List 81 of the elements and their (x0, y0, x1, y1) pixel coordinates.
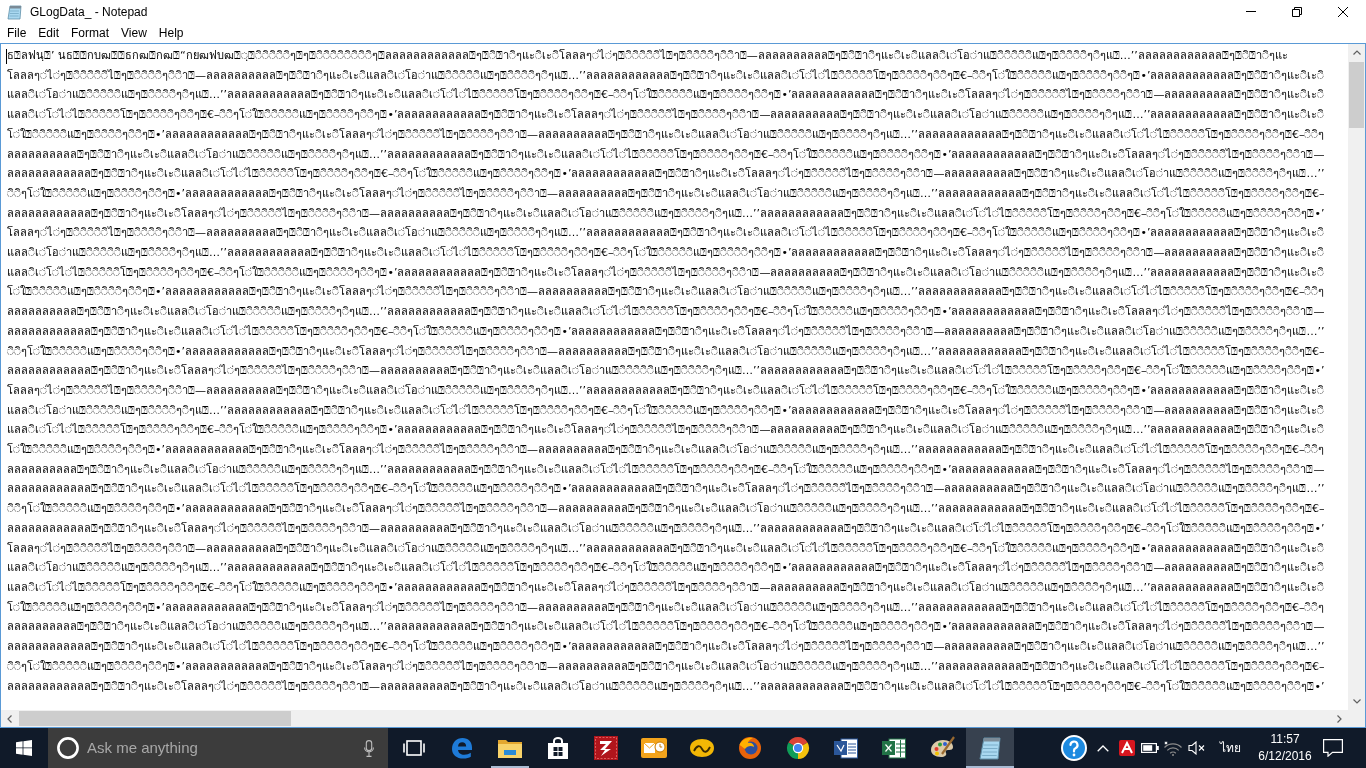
text-line: โ◌่ใ⍰◌ิ◌ิ◌ิ◌ิ◌ิแ⍰ๆ⍰◌ิ◌ิ◌ิ◌ิๆ◌ิ◌ิๆ⍰•’ลลลลลลลลลลลล⍰ๆ⍰◌ิ⍰า◌ิๆแะ◌ิเะ◌ิโลลลๆ◌่ไ◌่ๆ⍰◌ิ◌ิ◌ิ◌ิ◌ิไ⍰ๆ⍰◌ิ◌ิ◌ิ◌ิๆ◌ิ◌ิา⍰—ลลลลลลลลลล⍰ๆ⍰◌ิ⍰า◌ิๆแะ◌ิเะ◌ิแลล◌ิเ◌่โอ◌่าแ⍰◌ิ◌ิ◌ิ◌ิ◌ิแ⍰ๆ⍰◌ิ◌ิ◌ิ◌ิๆ◌ิๆแ⍰…’’ลลลลลลลลลลลล⍰ๆ⍰◌ิ⍰า◌ิๆแะ◌ิเะ◌ิแลล◌ิเ◌่โ◌่ไ◌่ไ⍰◌ิ◌ิ◌ิ◌ิ◌ิโ⍰ๆ⍰◌ิ◌ิ◌ิ◌ิๆ◌ิ◌ิๆ⍰€–◌ิ◌ิๆ (7, 442, 1325, 459)
text-line: ลลลลลลลลลลลล⍰ๆ⍰◌ิ⍰า◌ิๆแะ◌ิเะ◌ิโลลลๆ◌่ไ◌่ๆ⍰◌ิ◌ิ◌ิ◌ิ◌ิไ⍰ๆ⍰◌ิ◌ิ◌ิ◌ิๆ◌ิ◌ิา⍰—ลลลลลลลลลล⍰ๆ⍰◌ิ⍰า◌ิๆแะ◌ิเะ◌ิแลล◌ิเ◌่โอ◌่าแ⍰◌ิ◌ิ◌ิ◌ิ◌ิแ⍰ๆ⍰◌ิ◌ิ◌ิ◌ิๆ◌ิๆแ⍰…’’ลลลลลลลลลลลล⍰ๆ⍰◌ิ⍰า◌ิๆแะ◌ิเะ◌ิแลล◌ิเ◌่โ◌่ไ◌่ไ⍰◌ิ◌ิ◌ิ◌ิ◌ิโ⍰ๆ⍰◌ิ◌ิ◌ิ◌ิๆ◌ิ◌ิๆ⍰€–◌ิ◌ิๆโ◌่ใ⍰◌ิ◌ิ◌ิ◌ิ◌ิแ⍰ๆ⍰◌ิ◌ิ◌ิ◌ิๆ◌ิ◌ิๆ⍰•’ (7, 520, 1325, 537)
scrollbar-thumb[interactable] (19, 711, 291, 726)
clock-time[interactable]: 11:57 (1270, 731, 1300, 748)
chevron-up-icon (1352, 50, 1361, 55)
a-shape-tile-icon[interactable] (1119, 740, 1135, 756)
help-icon[interactable] (1061, 735, 1087, 761)
text-line: แลล◌ิเ◌่โ◌่ไ◌่ไ⍰◌ิ◌ิ◌ิ◌ิ◌ิโ⍰ๆ⍰◌ิ◌ิ◌ิ◌ิๆ◌ิ◌ิๆ⍰€–◌ิ◌ิๆโ◌่ใ⍰◌ิ◌ิ◌ิ◌ิ◌ิแ⍰ๆ⍰◌ิ◌ิ◌ิ◌ิๆ◌ิ◌ิๆ⍰•’ลลลลลลลลลลลล⍰ๆ⍰◌ิ⍰า◌ิๆแะ◌ิเะ◌ิโลลลๆ◌่ไ◌่ๆ⍰◌ิ◌ิ◌ิ◌ิ◌ิไ⍰ๆ⍰◌ิ◌ิ◌ิ◌ิๆ◌ิ◌ิา⍰—ลลลลลลลลลล⍰ๆ⍰◌ิ⍰า◌ิๆแะ◌ิเะ◌ิแลล◌ิเ◌่โอ◌่าแ⍰◌ิ◌ิ◌ิ◌ิ◌ิแ⍰ๆ⍰◌ิ◌ิ◌ิ◌ิๆ◌ิๆแ⍰…’’ลลลลลลลลลลลล⍰ๆ⍰◌ิ⍰า◌ิๆแะ◌ิเะ◌ิ (7, 107, 1325, 124)
notepad-icon (979, 736, 1001, 760)
search-box[interactable]: Ask me anything (48, 728, 388, 768)
text-line: ลลลลลลลลลลลล⍰ๆ⍰◌ิ⍰า◌ิๆแะ◌ิเะ◌ิโลลลๆ◌่ไ◌่ๆ⍰◌ิ◌ิ◌ิ◌ิ◌ิไ⍰ๆ⍰◌ิ◌ิ◌ิ◌ิๆ◌ิ◌ิา⍰—ลลลลลลลลลล⍰ๆ⍰◌ิ⍰า◌ิๆแะ◌ิเะ◌ิแลล◌ิเ◌่โอ◌่าแ⍰◌ิ◌ิ◌ิ◌ิ◌ิแ⍰ๆ⍰◌ิ◌ิ◌ิ◌ิๆ◌ิๆแ⍰…’’ลลลลลลลลลลลล⍰ๆ⍰◌ิ⍰า◌ิๆแะ◌ิเะ◌ิแลล◌ิเ◌่โ◌่ไ◌่ไ⍰◌ิ◌ิ◌ิ◌ิ◌ิโ⍰ๆ⍰◌ิ◌ิ◌ิ◌ิๆ◌ิ◌ิๆ⍰€–◌ิ◌ิๆโ◌่ใ⍰◌ิ◌ิ◌ิ◌ิ◌ิแ⍰ๆ⍰◌ิ◌ิ◌ิ◌ิๆ◌ิ◌ิๆ⍰•’ (7, 205, 1325, 222)
text-line: ลลลลลลลลลลลล⍰ๆ⍰◌ิ⍰า◌ิๆแะ◌ิเะ◌ิแลล◌ิเ◌่โ◌่ไ◌่ไ⍰◌ิ◌ิ◌ิ◌ิ◌ิโ⍰ๆ⍰◌ิ◌ิ◌ิ◌ิๆ◌ิ◌ิๆ⍰€–◌ิ◌ิๆโ◌่ใ⍰◌ิ◌ิ◌ิ◌ิ◌ิแ⍰ๆ⍰◌ิ◌ิ◌ิ◌ิๆ◌ิ◌ิๆ⍰•’ลลลลลลลลลลลล⍰ๆ⍰◌ิ⍰า◌ิๆแะ◌ิเะ◌ิโลลลๆ◌่ไ◌่ๆ⍰◌ิ◌ิ◌ิ◌ิ◌ิไ⍰ๆ⍰◌ิ◌ิ◌ิ◌ิๆ◌ิ◌ิา⍰—ลลลลลลลลลล⍰ๆ⍰◌ิ⍰า◌ิๆแะ◌ิเะ◌ิแลล◌ิเ◌่โอ◌่าแ⍰◌ิ◌ิ◌ิ◌ิ◌ิแ⍰ๆ⍰◌ิ◌ิ◌ิ◌ิๆ◌ิๆแ⍰…’’ (7, 166, 1325, 183)
e-logo-icon (450, 736, 474, 760)
text-line: แลล◌ิเ◌่โอ◌่าแ⍰◌ิ◌ิ◌ิ◌ิ◌ิแ⍰ๆ⍰◌ิ◌ิ◌ิ◌ิๆ◌ิๆแ⍰…’’ลลลลลลลลลลลล⍰ๆ⍰◌ิ⍰า◌ิๆแะ◌ิเะ◌ิแลล◌ิเ◌่โ◌่ไ◌่ไ⍰◌ิ◌ิ◌ิ◌ิ◌ิโ⍰ๆ⍰◌ิ◌ิ◌ิ◌ิๆ◌ิ◌ิๆ⍰€–◌ิ◌ิๆโ◌่ใ⍰◌ิ◌ิ◌ิ◌ิ◌ิแ⍰ๆ⍰◌ิ◌ิ◌ิ◌ิๆ◌ิ◌ิๆ⍰•’ลลลลลลลลลลลล⍰ๆ⍰◌ิ⍰า◌ิๆแะ◌ิเะ◌ิโลลลๆ◌่ไ◌่ๆ⍰◌ิ◌ิ◌ิ◌ิ◌ิไ⍰ๆ⍰◌ิ◌ิ◌ิ◌ิๆ◌ิ◌ิา⍰—ลลลลลลลลลล⍰ๆ⍰◌ิ⍰า◌ิๆแะ◌ิเะ◌ิ (7, 245, 1325, 262)
text-line: แลล◌ิเ◌่โอ◌่าแ⍰◌ิ◌ิ◌ิ◌ิ◌ิแ⍰ๆ⍰◌ิ◌ิ◌ิ◌ิๆ◌ิๆแ⍰…’’ลลลลลลลลลลลล⍰ๆ⍰◌ิ⍰า◌ิๆแะ◌ิเะ◌ิแลล◌ิเ◌่โ◌่ไ◌่ไ⍰◌ิ◌ิ◌ิ◌ิ◌ิโ⍰ๆ⍰◌ิ◌ิ◌ิ◌ิๆ◌ิ◌ิๆ⍰€–◌ิ◌ิๆโ◌่ใ⍰◌ิ◌ิ◌ิ◌ิ◌ิแ⍰ๆ⍰◌ิ◌ิ◌ิ◌ิๆ◌ิ◌ิๆ⍰•’ลลลลลลลลลลลล⍰ๆ⍰◌ิ⍰า◌ิๆแะ◌ิเะ◌ิโลลลๆ◌่ไ◌่ๆ⍰◌ิ◌ิ◌ิ◌ิ◌ิไ⍰ๆ⍰◌ิ◌ิ◌ิ◌ิๆ◌ิ◌ิา⍰—ลลลลลลลลลล⍰ๆ⍰◌ิ⍰า◌ิๆแะ◌ิเะ◌ิ (7, 402, 1325, 419)
search-field[interactable]: Ask me anything (87, 736, 356, 760)
text-line: โ◌่ใ⍰◌ิ◌ิ◌ิ◌ิ◌ิแ⍰ๆ⍰◌ิ◌ิ◌ิ◌ิๆ◌ิ◌ิๆ⍰•’ลลลลลลลลลลลล⍰ๆ⍰◌ิ⍰า◌ิๆแะ◌ิเะ◌ิโลลลๆ◌่ไ◌่ๆ⍰◌ิ◌ิ◌ิ◌ิ◌ิไ⍰ๆ⍰◌ิ◌ิ◌ิ◌ิๆ◌ิ◌ิา⍰—ลลลลลลลลลล⍰ๆ⍰◌ิ⍰า◌ิๆแะ◌ิเะ◌ิแลล◌ิเ◌่โอ◌่าแ⍰◌ิ◌ิ◌ิ◌ิ◌ิแ⍰ๆ⍰◌ิ◌ิ◌ิ◌ิๆ◌ิๆแ⍰…’’ลลลลลลลลลลลล⍰ๆ⍰◌ิ⍰า◌ิๆแะ◌ิเะ◌ิแลล◌ิเ◌่โ◌่ไ◌่ไ⍰◌ิ◌ิ◌ิ◌ิ◌ิโ⍰ๆ⍰◌ิ◌ิ◌ิ◌ิๆ◌ิ◌ิๆ⍰€–◌ิ◌ิๆ (7, 284, 1325, 301)
microphone-icon[interactable] (364, 739, 374, 757)
segmented-circle-icon (786, 736, 810, 760)
shopping-bag-icon (548, 737, 568, 759)
document-tile-icon (834, 736, 858, 760)
text-line: แลล◌ิเ◌่โ◌่ไ◌่ไ⍰◌ิ◌ิ◌ิ◌ิ◌ิโ⍰ๆ⍰◌ิ◌ิ◌ิ◌ิๆ◌ิ◌ิๆ⍰€–◌ิ◌ิๆโ◌่ใ⍰◌ิ◌ิ◌ิ◌ิ◌ิแ⍰ๆ⍰◌ิ◌ิ◌ิ◌ิๆ◌ิ◌ิๆ⍰•’ลลลลลลลลลลลล⍰ๆ⍰◌ิ⍰า◌ิๆแะ◌ิเะ◌ิโลลลๆ◌่ไ◌่ๆ⍰◌ิ◌ิ◌ิ◌ิ◌ิไ⍰ๆ⍰◌ิ◌ิ◌ิ◌ิๆ◌ิ◌ิา⍰—ลลลลลลลลลล⍰ๆ⍰◌ิ⍰า◌ิๆแะ◌ิเะ◌ิแลล◌ิเ◌่โอ◌่าแ⍰◌ิ◌ิ◌ิ◌ิ◌ิแ⍰ๆ⍰◌ิ◌ิ◌ิ◌ิๆ◌ิๆแ⍰…’’ลลลลลลลลลลลล⍰ๆ⍰◌ิ⍰า◌ิๆแะ◌ิเะ◌ิ (7, 264, 1325, 281)
text-line: ลลลลลลลลลล⍰ๆ⍰◌ิ⍰า◌ิๆแะ◌ิเะ◌ิแลล◌ิเ◌่โอ◌่าแ⍰◌ิ◌ิ◌ิ◌ิ◌ิแ⍰ๆ⍰◌ิ◌ิ◌ิ◌ิๆ◌ิๆแ⍰…’’ลลลลลลลลลลลล⍰ๆ⍰◌ิ⍰า◌ิๆแะ◌ิเะ◌ิแลล◌ิเ◌่โ◌่ไ◌่ไ⍰◌ิ◌ิ◌ิ◌ิ◌ิโ⍰ๆ⍰◌ิ◌ิ◌ิ◌ิๆ◌ิ◌ิๆ⍰€–◌ิ◌ิๆโ◌่ใ⍰◌ิ◌ิ◌ิ◌ิ◌ิแ⍰ๆ⍰◌ิ◌ิ◌ิ◌ิๆ◌ิ◌ิๆ⍰•’ลลลลลลลลลลลล⍰ๆ⍰◌ิ⍰า◌ิๆแะ◌ิเะ◌ิโลลลๆ◌่ไ◌่ๆ⍰◌ิ◌ิ◌ิ◌ิ◌ิไ⍰ๆ⍰◌ิ◌ิ◌ิ◌ิๆ◌ิ◌ิา⍰— (7, 461, 1325, 478)
clock-date[interactable]: 6/12/2016 (1258, 748, 1312, 765)
text-line: โลลลๆ◌่ไ◌่ๆ⍰◌ิ◌ิ◌ิ◌ิ◌ิไ⍰ๆ⍰◌ิ◌ิ◌ิ◌ิๆ◌ิ◌ิา⍰—ลลลลลลลลลล⍰ๆ⍰◌ิ⍰า◌ิๆแะ◌ิเะ◌ิแลล◌ิเ◌่โอ◌่าแ⍰◌ิ◌ิ◌ิ◌ิ◌ิแ⍰ๆ⍰◌ิ◌ิ◌ิ◌ิๆ◌ิๆแ⍰…’’ลลลลลลลลลลลล⍰ๆ⍰◌ิ⍰า◌ิๆแะ◌ิเะ◌ิแลล◌ิเ◌่โ◌่ไ◌่ไ⍰◌ิ◌ิ◌ิ◌ิ◌ิโ⍰ๆ⍰◌ิ◌ิ◌ิ◌ิๆ◌ิ◌ิๆ⍰€–◌ิ◌ิๆโ◌่ใ⍰◌ิ◌ิ◌ิ◌ิ◌ิแ⍰ๆ⍰◌ิ◌ิ◌ิ◌ิๆ◌ิ◌ิๆ⍰•’ลลลลลลลลลลลล⍰ๆ⍰◌ิ⍰า◌ิๆแะ◌ิเะ◌ิ (7, 540, 1325, 557)
text-line: โลลลๆ◌่ไ◌่ๆ⍰◌ิ◌ิ◌ิ◌ิ◌ิไ⍰ๆ⍰◌ิ◌ิ◌ิ◌ิๆ◌ิ◌ิา⍰—ลลลลลลลลลล⍰ๆ⍰◌ิ⍰า◌ิๆแะ◌ิเะ◌ิแลล◌ิเ◌่โอ◌่าแ⍰◌ิ◌ิ◌ิ◌ิ◌ิแ⍰ๆ⍰◌ิ◌ิ◌ิ◌ิๆ◌ิๆแ⍰…’’ลลลลลลลลลลลล⍰ๆ⍰◌ิ⍰า◌ิๆแะ◌ิเะ◌ิแลล◌ิเ◌่โ◌่ไ◌่ไ⍰◌ิ◌ิ◌ิ◌ิ◌ิโ⍰ๆ⍰◌ิ◌ิ◌ิ◌ิๆ◌ิ◌ิๆ⍰€–◌ิ◌ิๆโ◌่ใ⍰◌ิ◌ิ◌ิ◌ิ◌ิแ⍰ๆ⍰◌ิ◌ิ◌ิ◌ิๆ◌ิ◌ิๆ⍰•’ลลลลลลลลลลลล⍰ๆ⍰◌ิ⍰า◌ิๆแะ◌ิเะ◌ิ (7, 225, 1325, 242)
text-line: ◌ิ◌ิๆโ◌่ใ⍰◌ิ◌ิ◌ิ◌ิ◌ิแ⍰ๆ⍰◌ิ◌ิ◌ิ◌ิๆ◌ิ◌ิๆ⍰•’ลลลลลลลลลลลล⍰ๆ⍰◌ิ⍰า◌ิๆแะ◌ิเะ◌ิโลลลๆ◌่ไ◌่ๆ⍰◌ิ◌ิ◌ิ◌ิ◌ิไ⍰ๆ⍰◌ิ◌ิ◌ิ◌ิๆ◌ิ◌ิา⍰—ลลลลลลลลลล⍰ๆ⍰◌ิ⍰า◌ิๆแะ◌ิเะ◌ิแลล◌ิเ◌่โอ◌่าแ⍰◌ิ◌ิ◌ิ◌ิ◌ิแ⍰ๆ⍰◌ิ◌ิ◌ิ◌ิๆ◌ิๆแ⍰…’’ลลลลลลลลลลลล⍰ๆ⍰◌ิ⍰า◌ิๆแะ◌ิเะ◌ิแลล◌ิเ◌่โ◌่ไ◌่ไ⍰◌ิ◌ิ◌ิ◌ิ◌ิโ⍰ๆ⍰◌ิ◌ิ◌ิ◌ิๆ◌ิ◌ิๆ⍰€– (7, 343, 1325, 360)
notepad-icon (7, 3, 23, 20)
chevron-left-icon (7, 714, 12, 723)
text-line: ลลลลลลลลลลลล⍰ๆ⍰◌ิ⍰า◌ิๆแะ◌ิเะ◌ิโลลลๆ◌่ไ◌่ๆ⍰◌ิ◌ิ◌ิ◌ิ◌ิไ⍰ๆ⍰◌ิ◌ิ◌ิ◌ิๆ◌ิ◌ิา⍰—ลลลลลลลลลล⍰ๆ⍰◌ิ⍰า◌ิๆแะ◌ิเะ◌ิแลล◌ิเ◌่โอ◌่าแ⍰◌ิ◌ิ◌ิ◌ิ◌ิแ⍰ๆ⍰◌ิ◌ิ◌ิ◌ิๆ◌ิๆแ⍰…’’ลลลลลลลลลลลล⍰ๆ⍰◌ิ⍰า◌ิๆแะ◌ิเะ◌ิแลล◌ิเ◌่โ◌่ไ◌่ไ⍰◌ิ◌ิ◌ิ◌ิ◌ิโ⍰ๆ⍰◌ิ◌ิ◌ิ◌ิๆ◌ิ◌ิๆ⍰€–◌ิ◌ิๆโ◌่ใ⍰◌ิ◌ิ◌ิ◌ิ◌ิแ⍰ๆ⍰◌ิ◌ิ◌ิ◌ิๆ◌ิ◌ิๆ⍰•’ (7, 363, 1325, 380)
taskbar-button[interactable] (966, 728, 1014, 768)
ring-icon[interactable] (57, 737, 79, 759)
language-indicator[interactable]: ไทย (1219, 739, 1241, 757)
text-line: แลล◌ิเ◌่โ◌่ไ◌่ไ⍰◌ิ◌ิ◌ิ◌ิ◌ิโ⍰ๆ⍰◌ิ◌ิ◌ิ◌ิๆ◌ิ◌ิๆ⍰€–◌ิ◌ิๆโ◌่ใ⍰◌ิ◌ิ◌ิ◌ิ◌ิแ⍰ๆ⍰◌ิ◌ิ◌ิ◌ิๆ◌ิ◌ิๆ⍰•’ลลลลลลลลลลลล⍰ๆ⍰◌ิ⍰า◌ิๆแะ◌ิเะ◌ิโลลลๆ◌่ไ◌่ๆ⍰◌ิ◌ิ◌ิ◌ิ◌ิไ⍰ๆ⍰◌ิ◌ิ◌ิ◌ิๆ◌ิ◌ิา⍰—ลลลลลลลลลล⍰ๆ⍰◌ิ⍰า◌ิๆแะ◌ิเะ◌ิแลล◌ิเ◌่โอ◌่าแ⍰◌ิ◌ิ◌ิ◌ิ◌ิแ⍰ๆ⍰◌ิ◌ิ◌ิ◌ิๆ◌ิๆแ⍰…’’ลลลลลลลลลลลล⍰ๆ⍰◌ิ⍰า◌ิๆแะ◌ิเะ◌ิ (7, 580, 1325, 596)
text-line: โลลลๆ◌่ไ◌่ๆ⍰◌ิ◌ิ◌ิ◌ิ◌ิไ⍰ๆ⍰◌ิ◌ิ◌ิ◌ิๆ◌ิ◌ิา⍰—ลลลลลลลลลล⍰ๆ⍰◌ิ⍰า◌ิๆแะ◌ิเะ◌ิแลล◌ิเ◌่โอ◌่าแ⍰◌ิ◌ิ◌ิ◌ิ◌ิแ⍰ๆ⍰◌ิ◌ิ◌ิ◌ิๆ◌ิๆแ⍰…’’ลลลลลลลลลลลล⍰ๆ⍰◌ิ⍰า◌ิๆแะ◌ิเะ◌ิแลล◌ิเ◌่โ◌่ไ◌่ไ⍰◌ิ◌ิ◌ิ◌ิ◌ิโ⍰ๆ⍰◌ิ◌ิ◌ิ◌ิๆ◌ิ◌ิๆ⍰€–◌ิ◌ิๆโ◌่ใ⍰◌ิ◌ิ◌ิ◌ิ◌ิแ⍰ๆ⍰◌ิ◌ิ◌ิ◌ิๆ◌ิ◌ิๆ⍰•’ลลลลลลลลลลลล⍰ๆ⍰◌ิ⍰า◌ิๆแะ◌ิเะ◌ิ (7, 67, 1325, 84)
spreadsheet-tile-icon (882, 736, 906, 760)
chevron-right-icon (1337, 714, 1342, 723)
text-line: ◌ิ◌ิๆโ◌่ใ⍰◌ิ◌ิ◌ิ◌ิ◌ิแ⍰ๆ⍰◌ิ◌ิ◌ิ◌ิๆ◌ิ◌ิๆ⍰•’ลลลลลลลลลลลล⍰ๆ⍰◌ิ⍰า◌ิๆแะ◌ิเะ◌ิโลลลๆ◌่ไ◌่ๆ⍰◌ิ◌ิ◌ิ◌ิ◌ิไ⍰ๆ⍰◌ิ◌ิ◌ิ◌ิๆ◌ิ◌ิา⍰—ลลลลลลลลลล⍰ๆ⍰◌ิ⍰า◌ิๆแะ◌ิเะ◌ิแลล◌ิเ◌่โอ◌่าแ⍰◌ิ◌ิ◌ิ◌ิ◌ิแ⍰ๆ⍰◌ิ◌ิ◌ิ◌ิๆ◌ิๆแ⍰…’’ลลลลลลลลลลลล⍰ๆ⍰◌ิ⍰า◌ิๆแะ◌ิเะ◌ิแลล◌ิเ◌่โ◌่ไ◌่ไ⍰◌ิ◌ิ◌ิ◌ิ◌ิโ⍰ๆ⍰◌ิ◌ิ◌ิ◌ิๆ◌ิ◌ิๆ⍰€– (7, 185, 1325, 202)
lightning-tile-icon (594, 736, 618, 760)
text-line: ลลลลลลลลลลลล⍰ๆ⍰◌ิ⍰า◌ิๆแะ◌ิเะ◌ิแลล◌ิเ◌่โ◌่ไ◌่ไ⍰◌ิ◌ิ◌ิ◌ิ◌ิโ⍰ๆ⍰◌ิ◌ิ◌ิ◌ิๆ◌ิ◌ิๆ⍰€–◌ิ◌ิๆโ◌่ใ⍰◌ิ◌ิ◌ิ◌ิ◌ิแ⍰ๆ⍰◌ิ◌ิ◌ิ◌ิๆ◌ิ◌ิๆ⍰•’ลลลลลลลลลลลล⍰ๆ⍰◌ิ⍰า◌ิๆแะ◌ิเะ◌ิโลลลๆ◌่ไ◌่ๆ⍰◌ิ◌ิ◌ิ◌ิ◌ิไ⍰ๆ⍰◌ิ◌ิ◌ิ◌ิๆ◌ิ◌ิา⍰—ลลลลลลลลลล⍰ๆ⍰◌ิ⍰า◌ิๆแะ◌ิเะ◌ิแลล◌ิเ◌่โอ◌่าแ⍰◌ิ◌ิ◌ิ◌ิ◌ิแ⍰ๆ⍰◌ิ◌ิ◌ิ◌ิๆ◌ิๆแ⍰…’’ (7, 323, 1325, 340)
menu-item[interactable]: View (115, 23, 153, 43)
battery-icon[interactable] (1141, 743, 1159, 753)
chevron-up-icon[interactable] (1097, 744, 1109, 752)
window-title: GLogData_ - Notepad (30, 3, 148, 21)
palette-icon (929, 736, 955, 760)
folder-icon (498, 738, 522, 758)
text-line: ลลลลลลลลลลลล⍰ๆ⍰◌ิ⍰า◌ิๆแะ◌ิเะ◌ิโลลลๆ◌่ไ◌่ๆ⍰◌ิ◌ิ◌ิ◌ิ◌ิไ⍰ๆ⍰◌ิ◌ิ◌ิ◌ิๆ◌ิ◌ิา⍰—ลลลลลลลลลล⍰ๆ⍰◌ิ⍰า◌ิๆแะ◌ิเะ◌ิแลล◌ิเ◌่โอ◌่าแ⍰◌ิ◌ิ◌ิ◌ิ◌ิแ⍰ๆ⍰◌ิ◌ิ◌ิ◌ิๆ◌ิๆแ⍰…’’ลลลลลลลลลลลล⍰ๆ⍰◌ิ⍰า◌ิๆแะ◌ิเะ◌ิแลล◌ิเ◌่โ◌่ไ◌่ไ⍰◌ิ◌ิ◌ิ◌ิ◌ิโ⍰ๆ⍰◌ิ◌ิ◌ิ◌ิๆ◌ิ◌ิๆ⍰€–◌ิ◌ิๆโ◌่ใ⍰◌ิ◌ิ◌ิ◌ิ◌ิแ⍰ๆ⍰◌ิ◌ิ◌ิ◌ิๆ◌ิ◌ิๆ⍰•’ (7, 678, 1325, 695)
text-line: ธ⍰ลฟนฺ⍰’ นธ⍰⍰กบฒ⍰⍰ธกฒ⍰กฒ⍰“กยฒฟบฒ⍰◌ฺ⍰◌ิ◌ิ◌ิ◌ิ◌ิๆ⍰ๆ⍰◌ิ◌ิ◌ิ◌ิ◌ิ◌ิ◌ิ◌ิๆ⍰ลลลลลลลลลลลล⍰ๆ⍰◌ิ⍰า◌ิๆแะ◌ิเะ◌ิโลลลๆ◌่ไ◌่ๆ⍰◌ิ◌ิ◌ิ◌ิ◌ิไ⍰ๆ⍰◌ิ◌ิ◌ิ◌ิๆ◌ิ◌ิา⍰—ลลลลลลลลลล⍰ๆ⍰◌ิ⍰า◌ิๆแะ◌ิเะ◌ิแลล◌ิเ◌่โอ◌่าแ⍰◌ิ◌ิ◌ิ◌ิ◌ิแ⍰ๆ⍰◌ิ◌ิ◌ิ◌ิๆ◌ิๆแ⍰…’’ลลลลลลลลลลลล⍰ๆ⍰◌ิ⍰า◌ิๆแะ (7, 48, 1288, 64)
speaker-muted-icon[interactable] (1188, 741, 1206, 755)
windows-logo-icon (16, 740, 32, 756)
chevron-down-icon (1352, 699, 1361, 704)
text-line: ลลลลลลลลลลลล⍰ๆ⍰◌ิ⍰า◌ิๆแะ◌ิเะ◌ิแลล◌ิเ◌่โ◌่ไ◌่ไ⍰◌ิ◌ิ◌ิ◌ิ◌ิโ⍰ๆ⍰◌ิ◌ิ◌ิ◌ิๆ◌ิ◌ิๆ⍰€–◌ิ◌ิๆโ◌่ใ⍰◌ิ◌ิ◌ิ◌ิ◌ิแ⍰ๆ⍰◌ิ◌ิ◌ิ◌ิๆ◌ิ◌ิๆ⍰•’ลลลลลลลลลลลล⍰ๆ⍰◌ิ⍰า◌ิๆแะ◌ิเะ◌ิโลลลๆ◌่ไ◌่ๆ⍰◌ิ◌ิ◌ิ◌ิ◌ิไ⍰ๆ⍰◌ิ◌ิ◌ิ◌ิๆ◌ิ◌ิา⍰—ลลลลลลลลลล⍰ๆ⍰◌ิ⍰า◌ิๆแะ◌ิเะ◌ิแลล◌ิเ◌่โอ◌่าแ⍰◌ิ◌ิ◌ิ◌ิ◌ิแ⍰ๆ⍰◌ิ◌ิ◌ิ◌ิๆ◌ิๆแ⍰…’’ (7, 639, 1325, 656)
text-line: ◌ิ◌ิๆโ◌่ใ⍰◌ิ◌ิ◌ิ◌ิ◌ิแ⍰ๆ⍰◌ิ◌ิ◌ิ◌ิๆ◌ิ◌ิๆ⍰•’ลลลลลลลลลลลล⍰ๆ⍰◌ิ⍰า◌ิๆแะ◌ิเะ◌ิโลลลๆ◌่ไ◌่ๆ⍰◌ิ◌ิ◌ิ◌ิ◌ิไ⍰ๆ⍰◌ิ◌ิ◌ิ◌ิๆ◌ิ◌ิา⍰—ลลลลลลลลลล⍰ๆ⍰◌ิ⍰า◌ิๆแะ◌ิเะ◌ิแลล◌ิเ◌่โอ◌่าแ⍰◌ิ◌ิ◌ิ◌ิ◌ิแ⍰ๆ⍰◌ิ◌ิ◌ิ◌ิๆ◌ิๆแ⍰…’’ลลลลลลลลลลลล⍰ๆ⍰◌ิ⍰า◌ิๆแะ◌ิเะ◌ิแลล◌ิเ◌่โ◌่ไ◌่ไ⍰◌ิ◌ิ◌ิ◌ิ◌ิโ⍰ๆ⍰◌ิ◌ิ◌ิ◌ิๆ◌ิ◌ิๆ⍰€– (7, 501, 1325, 518)
text-line: ◌ิ◌ิๆโ◌่ใ⍰◌ิ◌ิ◌ิ◌ิ◌ิแ⍰ๆ⍰◌ิ◌ิ◌ิ◌ิๆ◌ิ◌ิๆ⍰•’ลลลลลลลลลลลล⍰ๆ⍰◌ิ⍰า◌ิๆแะ◌ิเะ◌ิโลลลๆ◌่ไ◌่ๆ⍰◌ิ◌ิ◌ิ◌ิ◌ิไ⍰ๆ⍰◌ิ◌ิ◌ิ◌ิๆ◌ิ◌ิา⍰—ลลลลลลลลลล⍰ๆ⍰◌ิ⍰า◌ิๆแะ◌ิเะ◌ิแลล◌ิเ◌่โอ◌่าแ⍰◌ิ◌ิ◌ิ◌ิ◌ิแ⍰ๆ⍰◌ิ◌ิ◌ิ◌ิๆ◌ิๆแ⍰…’’ลลลลลลลลลลลล⍰ๆ⍰◌ิ⍰า◌ิๆแะ◌ิเะ◌ิแลล◌ิเ◌่โ◌่ไ◌่ไ⍰◌ิ◌ิ◌ิ◌ิ◌ิโ⍰ๆ⍰◌ิ◌ิ◌ิ◌ิๆ◌ิ◌ิๆ⍰€– (7, 658, 1325, 675)
text-line: โ◌่ใ⍰◌ิ◌ิ◌ิ◌ิ◌ิแ⍰ๆ⍰◌ิ◌ิ◌ิ◌ิๆ◌ิ◌ิๆ⍰•’ลลลลลลลลลลลล⍰ๆ⍰◌ิ⍰า◌ิๆแะ◌ิเะ◌ิโลลลๆ◌่ไ◌่ๆ⍰◌ิ◌ิ◌ิ◌ิ◌ิไ⍰ๆ⍰◌ิ◌ิ◌ิ◌ิๆ◌ิ◌ิา⍰—ลลลลลลลลลล⍰ๆ⍰◌ิ⍰า◌ิๆแะ◌ิเะ◌ิแลล◌ิเ◌่โอ◌่าแ⍰◌ิ◌ิ◌ิ◌ิ◌ิแ⍰ๆ⍰◌ิ◌ิ◌ิ◌ิๆ◌ิๆแ⍰…’’ลลลลลลลลลลลล⍰ๆ⍰◌ิ⍰า◌ิๆแะ◌ิเะ◌ิแลล◌ิเ◌่โ◌่ไ◌่ไ⍰◌ิ◌ิ◌ิ◌ิ◌ิโ⍰ๆ⍰◌ิ◌ิ◌ิ◌ิๆ◌ิ◌ิๆ⍰€–◌ิ◌ิๆ (7, 599, 1325, 616)
text-line: ลลลลลลลลลล⍰ๆ⍰◌ิ⍰า◌ิๆแะ◌ิเะ◌ิแลล◌ิเ◌่โอ◌่าแ⍰◌ิ◌ิ◌ิ◌ิ◌ิแ⍰ๆ⍰◌ิ◌ิ◌ิ◌ิๆ◌ิๆแ⍰…’’ลลลลลลลลลลลล⍰ๆ⍰◌ิ⍰า◌ิๆแะ◌ิเะ◌ิแลล◌ิเ◌่โ◌่ไ◌่ไ⍰◌ิ◌ิ◌ิ◌ิ◌ิโ⍰ๆ⍰◌ิ◌ิ◌ิ◌ิๆ◌ิ◌ิๆ⍰€–◌ิ◌ิๆโ◌่ใ⍰◌ิ◌ิ◌ิ◌ิ◌ิแ⍰ๆ⍰◌ิ◌ิ◌ิ◌ิๆ◌ิ◌ิๆ⍰•’ลลลลลลลลลลลล⍰ๆ⍰◌ิ⍰า◌ิๆแะ◌ิเะ◌ิโลลลๆ◌่ไ◌่ๆ⍰◌ิ◌ิ◌ิ◌ิ◌ิไ⍰ๆ⍰◌ิ◌ิ◌ิ◌ิๆ◌ิ◌ิา⍰— (7, 304, 1325, 321)
text-line: แลล◌ิเ◌่โอ◌่าแ⍰◌ิ◌ิ◌ิ◌ิ◌ิแ⍰ๆ⍰◌ิ◌ิ◌ิ◌ิๆ◌ิๆแ⍰…’’ลลลลลลลลลลลล⍰ๆ⍰◌ิ⍰า◌ิๆแะ◌ิเะ◌ิแลล◌ิเ◌่โ◌่ไ◌่ไ⍰◌ิ◌ิ◌ิ◌ิ◌ิโ⍰ๆ⍰◌ิ◌ิ◌ิ◌ิๆ◌ิ◌ิๆ⍰€–◌ิ◌ิๆโ◌่ใ⍰◌ิ◌ิ◌ิ◌ิ◌ิแ⍰ๆ⍰◌ิ◌ิ◌ิ◌ิๆ◌ิ◌ิๆ⍰•’ลลลลลลลลลลลล⍰ๆ⍰◌ิ⍰า◌ิๆแะ◌ิเะ◌ิโลลลๆ◌่ไ◌่ๆ⍰◌ิ◌ิ◌ิ◌ิ◌ิไ⍰ๆ⍰◌ิ◌ิ◌ิ◌ิๆ◌ิ◌ิา⍰—ลลลลลลลลลล⍰ๆ⍰◌ิ⍰า◌ิๆแะ◌ิเะ◌ิ (7, 87, 1325, 104)
text-line: ลลลลลลลลลล⍰ๆ⍰◌ิ⍰า◌ิๆแะ◌ิเะ◌ิแลล◌ิเ◌่โอ◌่าแ⍰◌ิ◌ิ◌ิ◌ิ◌ิแ⍰ๆ⍰◌ิ◌ิ◌ิ◌ิๆ◌ิๆแ⍰…’’ลลลลลลลลลลลล⍰ๆ⍰◌ิ⍰า◌ิๆแะ◌ิเะ◌ิแลล◌ิเ◌่โ◌่ไ◌่ไ⍰◌ิ◌ิ◌ิ◌ิ◌ิโ⍰ๆ⍰◌ิ◌ิ◌ิ◌ิๆ◌ิ◌ิๆ⍰€–◌ิ◌ิๆโ◌่ใ⍰◌ิ◌ิ◌ิ◌ิ◌ิแ⍰ๆ⍰◌ิ◌ิ◌ิ◌ิๆ◌ิ◌ิๆ⍰•’ลลลลลลลลลลลล⍰ๆ⍰◌ิ⍰า◌ิๆแะ◌ิเะ◌ิโลลลๆ◌่ไ◌่ๆ⍰◌ิ◌ิ◌ิ◌ิ◌ิไ⍰ๆ⍰◌ิ◌ิ◌ิ◌ิๆ◌ิ◌ิา⍰— (7, 146, 1325, 163)
minimize-icon (1246, 11, 1256, 12)
menu-item[interactable]: Edit (32, 23, 66, 43)
speech-bubble-icon[interactable] (1323, 739, 1343, 757)
menu-item[interactable]: File (1, 23, 33, 43)
globe-icon (738, 736, 762, 760)
menu-item[interactable]: Help (152, 23, 190, 43)
text-line: แลล◌ิเ◌่โอ◌่าแ⍰◌ิ◌ิ◌ิ◌ิ◌ิแ⍰ๆ⍰◌ิ◌ิ◌ิ◌ิๆ◌ิๆแ⍰…’’ลลลลลลลลลลลล⍰ๆ⍰◌ิ⍰า◌ิๆแะ◌ิเะ◌ิแลล◌ิเ◌่โ◌่ไ◌่ไ⍰◌ิ◌ิ◌ิ◌ิ◌ิโ⍰ๆ⍰◌ิ◌ิ◌ิ◌ิๆ◌ิ◌ิๆ⍰€–◌ิ◌ิๆโ◌่ใ⍰◌ิ◌ิ◌ิ◌ิ◌ิแ⍰ๆ⍰◌ิ◌ิ◌ิ◌ิๆ◌ิ◌ิๆ⍰•’ลลลลลลลลลลลล⍰ๆ⍰◌ิ⍰า◌ิๆแะ◌ิเะ◌ิโลลลๆ◌่ไ◌่ๆ⍰◌ิ◌ิ◌ิ◌ิ◌ิไ⍰ๆ⍰◌ิ◌ิ◌ิ◌ิๆ◌ิ◌ิา⍰—ลลลลลลลลลล⍰ๆ⍰◌ิ⍰า◌ิๆแะ◌ิเะ◌ิ (7, 560, 1325, 577)
text-line: ลลลลลลลลลลลล⍰ๆ⍰◌ิ⍰า◌ิๆแะ◌ิเะ◌ิแลล◌ิเ◌่โ◌่ไ◌่ไ⍰◌ิ◌ิ◌ิ◌ิ◌ิโ⍰ๆ⍰◌ิ◌ิ◌ิ◌ิๆ◌ิ◌ิๆ⍰€–◌ิ◌ิๆโ◌่ใ⍰◌ิ◌ิ◌ิ◌ิ◌ิแ⍰ๆ⍰◌ิ◌ิ◌ิ◌ิๆ◌ิ◌ิๆ⍰•’ลลลลลลลลลลลล⍰ๆ⍰◌ิ⍰า◌ิๆแะ◌ิเะ◌ิโลลลๆ◌่ไ◌่ๆ⍰◌ิ◌ิ◌ิ◌ิ◌ิไ⍰ๆ⍰◌ิ◌ิ◌ิ◌ิๆ◌ิ◌ิา⍰—ลลลลลลลลลล⍰ๆ⍰◌ิ⍰า◌ิๆแะ◌ิเะ◌ิแลล◌ิเ◌่โอ◌่าแ⍰◌ิ◌ิ◌ิ◌ิ◌ิแ⍰ๆ⍰◌ิ◌ิ◌ิ◌ิๆ◌ิๆแ⍰…’’ (7, 481, 1325, 498)
menu-item[interactable]: Format (65, 23, 116, 43)
restore-icon (1292, 6, 1302, 17)
vertical-scrollbar[interactable] (1348, 44, 1365, 710)
wifi-icon[interactable] (1164, 740, 1182, 756)
horizontal-scrollbar[interactable] (1, 710, 1348, 727)
text-line: โลลลๆ◌่ไ◌่ๆ⍰◌ิ◌ิ◌ิ◌ิ◌ิไ⍰ๆ⍰◌ิ◌ิ◌ิ◌ิๆ◌ิ◌ิา⍰—ลลลลลลลลลล⍰ๆ⍰◌ิ⍰า◌ิๆแะ◌ิเะ◌ิแลล◌ิเ◌่โอ◌่าแ⍰◌ิ◌ิ◌ิ◌ิ◌ิแ⍰ๆ⍰◌ิ◌ิ◌ิ◌ิๆ◌ิๆแ⍰…’’ลลลลลลลลลลลล⍰ๆ⍰◌ิ⍰า◌ิๆแะ◌ิเะ◌ิแลล◌ิเ◌่โ◌่ไ◌่ไ⍰◌ิ◌ิ◌ิ◌ิ◌ิโ⍰ๆ⍰◌ิ◌ิ◌ิ◌ิๆ◌ิ◌ิๆ⍰€–◌ิ◌ิๆโ◌่ใ⍰◌ิ◌ิ◌ิ◌ิ◌ิแ⍰ๆ⍰◌ิ◌ิ◌ิ◌ิๆ◌ิ◌ิๆ⍰•’ลลลลลลลลลลลล⍰ๆ⍰◌ิ⍰า◌ิๆแะ◌ิเะ◌ิ (7, 382, 1325, 399)
scrollbar-thumb[interactable] (1349, 62, 1364, 128)
close-icon (1338, 6, 1348, 17)
envelope-clock-icon (641, 736, 667, 760)
text-line: ลลลลลลลลลล⍰ๆ⍰◌ิ⍰า◌ิๆแะ◌ิเะ◌ิแลล◌ิเ◌่โอ◌่าแ⍰◌ิ◌ิ◌ิ◌ิ◌ิแ⍰ๆ⍰◌ิ◌ิ◌ิ◌ิๆ◌ิๆแ⍰…’’ลลลลลลลลลลลล⍰ๆ⍰◌ิ⍰า◌ิๆแะ◌ิเะ◌ิแลล◌ิเ◌่โ◌่ไ◌่ไ⍰◌ิ◌ิ◌ิ◌ิ◌ิโ⍰ๆ⍰◌ิ◌ิ◌ิ◌ิๆ◌ิ◌ิๆ⍰€–◌ิ◌ิๆโ◌่ใ⍰◌ิ◌ิ◌ิ◌ิ◌ิแ⍰ๆ⍰◌ิ◌ิ◌ิ◌ิๆ◌ิ◌ิๆ⍰•’ลลลลลลลลลลลล⍰ๆ⍰◌ิ⍰า◌ิๆแะ◌ิเะ◌ิโลลลๆ◌่ไ◌่ๆ⍰◌ิ◌ิ◌ิ◌ิ◌ิไ⍰ๆ⍰◌ิ◌ิ◌ิ◌ิๆ◌ิ◌ิา⍰— (7, 619, 1325, 636)
wave-blob-icon (688, 738, 716, 758)
text-caret (6, 49, 7, 64)
task-view-icon (403, 740, 425, 756)
text-line: โ◌่ใ⍰◌ิ◌ิ◌ิ◌ิ◌ิแ⍰ๆ⍰◌ิ◌ิ◌ิ◌ิๆ◌ิ◌ิๆ⍰•’ลลลลลลลลลลลล⍰ๆ⍰◌ิ⍰า◌ิๆแะ◌ิเะ◌ิโลลลๆ◌่ไ◌่ๆ⍰◌ิ◌ิ◌ิ◌ิ◌ิไ⍰ๆ⍰◌ิ◌ิ◌ิ◌ิๆ◌ิ◌ิา⍰—ลลลลลลลลลล⍰ๆ⍰◌ิ⍰า◌ิๆแะ◌ิเะ◌ิแลล◌ิเ◌่โอ◌่าแ⍰◌ิ◌ิ◌ิ◌ิ◌ิแ⍰ๆ⍰◌ิ◌ิ◌ิ◌ิๆ◌ิๆแ⍰…’’ลลลลลลลลลลลล⍰ๆ⍰◌ิ⍰า◌ิๆแะ◌ิเะ◌ิแลล◌ิเ◌่โ◌่ไ◌่ไ⍰◌ิ◌ิ◌ิ◌ิ◌ิโ⍰ๆ⍰◌ิ◌ิ◌ิ◌ิๆ◌ิ◌ิๆ⍰€–◌ิ◌ิๆ (7, 126, 1325, 143)
text-line: แลล◌ิเ◌่โ◌่ไ◌่ไ⍰◌ิ◌ิ◌ิ◌ิ◌ิโ⍰ๆ⍰◌ิ◌ิ◌ิ◌ิๆ◌ิ◌ิๆ⍰€–◌ิ◌ิๆโ◌่ใ⍰◌ิ◌ิ◌ิ◌ิ◌ิแ⍰ๆ⍰◌ิ◌ิ◌ิ◌ิๆ◌ิ◌ิๆ⍰•’ลลลลลลลลลลลล⍰ๆ⍰◌ิ⍰า◌ิๆแะ◌ิเะ◌ิโลลลๆ◌่ไ◌่ๆ⍰◌ิ◌ิ◌ิ◌ิ◌ิไ⍰ๆ⍰◌ิ◌ิ◌ิ◌ิๆ◌ิ◌ิา⍰—ลลลลลลลลลล⍰ๆ⍰◌ิ⍰า◌ิๆแะ◌ิเะ◌ิแลล◌ิเ◌่โอ◌่าแ⍰◌ิ◌ิ◌ิ◌ิ◌ิแ⍰ๆ⍰◌ิ◌ิ◌ิ◌ิๆ◌ิๆแ⍰…’’ลลลลลลลลลลลล⍰ๆ⍰◌ิ⍰า◌ิๆแะ◌ิเะ◌ิ (7, 422, 1325, 439)
